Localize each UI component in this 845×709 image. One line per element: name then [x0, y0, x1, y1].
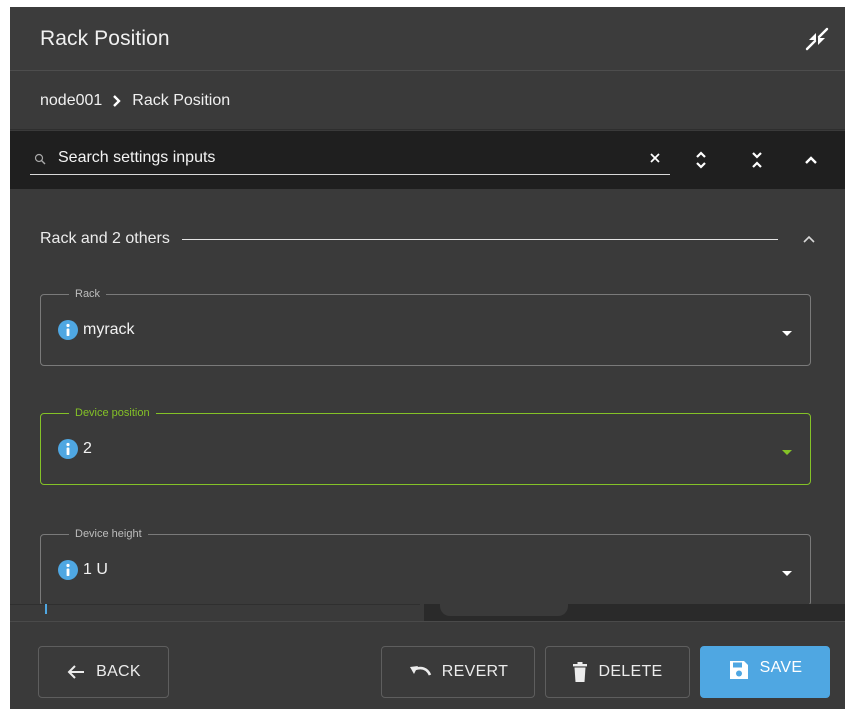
- delete-button[interactable]: DELETE: [545, 646, 690, 698]
- chevron-right-icon: [112, 94, 122, 108]
- search-field: [30, 143, 670, 175]
- revert-button[interactable]: REVERT: [381, 646, 535, 698]
- caret-down-icon: [780, 565, 794, 576]
- device-height-label: Device height: [69, 527, 148, 541]
- device-position-label: Device position: [69, 406, 156, 420]
- panel-title: Rack Position: [40, 27, 170, 50]
- rack-select[interactable]: Rack myrack: [40, 287, 811, 366]
- action-footer: BACK REVERT DELETE SAVE: [10, 621, 845, 709]
- device-position-value: 2: [83, 440, 92, 457]
- settings-content: Rack and 2 others Rack myrack Device pos…: [10, 189, 845, 604]
- device-height-value: 1 U: [83, 561, 108, 578]
- background-panel-left: [10, 604, 420, 621]
- collapse-arrows-icon[interactable]: [803, 25, 831, 53]
- search-input[interactable]: [58, 145, 638, 171]
- breadcrumb-bar: node001 Rack Position: [10, 72, 845, 130]
- breadcrumb-item-current: Rack Position: [132, 92, 231, 109]
- breadcrumb-item-node[interactable]: node001: [40, 92, 102, 110]
- info-icon[interactable]: [58, 320, 78, 340]
- save-label: SAVE: [759, 659, 803, 676]
- section-title: Rack and 2 others: [40, 230, 170, 247]
- collapse-vertical-icon[interactable]: [746, 149, 768, 171]
- title-bar: Rack Position: [10, 7, 845, 71]
- back-label: BACK: [96, 663, 141, 680]
- caret-down-icon: [780, 325, 794, 336]
- expand-vertical-icon[interactable]: [690, 149, 712, 171]
- arrow-left-icon: [66, 664, 86, 680]
- section-header: Rack and 2 others: [40, 227, 820, 251]
- close-icon[interactable]: [646, 149, 664, 167]
- settings-search-bar: [10, 131, 845, 189]
- caret-down-icon: [780, 444, 794, 455]
- background-accent-mark: [45, 604, 47, 614]
- section-collapse-chevron-icon[interactable]: [798, 228, 820, 250]
- device-position-select[interactable]: Device position 2: [40, 406, 811, 485]
- section-divider: [181, 238, 778, 240]
- device-height-select[interactable]: Device height 1 U: [40, 527, 811, 604]
- revert-label: REVERT: [441, 663, 509, 680]
- rack-label: Rack: [69, 287, 107, 301]
- info-icon[interactable]: [58, 439, 78, 459]
- rack-position-panel: Rack Position node001 Rack Position Sear…: [10, 7, 845, 709]
- trash-icon: [572, 661, 588, 683]
- undo-icon: [408, 664, 432, 680]
- delete-label: DELETE: [598, 663, 663, 680]
- breadcrumb: node001 Rack Position: [40, 92, 230, 110]
- search-icon: [34, 152, 46, 170]
- chevron-up-icon[interactable]: [800, 149, 822, 171]
- info-icon[interactable]: [58, 560, 78, 580]
- save-button[interactable]: SAVE: [700, 646, 830, 698]
- rack-value: myrack: [83, 321, 135, 338]
- background-tab: [440, 604, 568, 616]
- floppy-disk-icon: [728, 659, 750, 681]
- back-button[interactable]: BACK: [38, 646, 169, 698]
